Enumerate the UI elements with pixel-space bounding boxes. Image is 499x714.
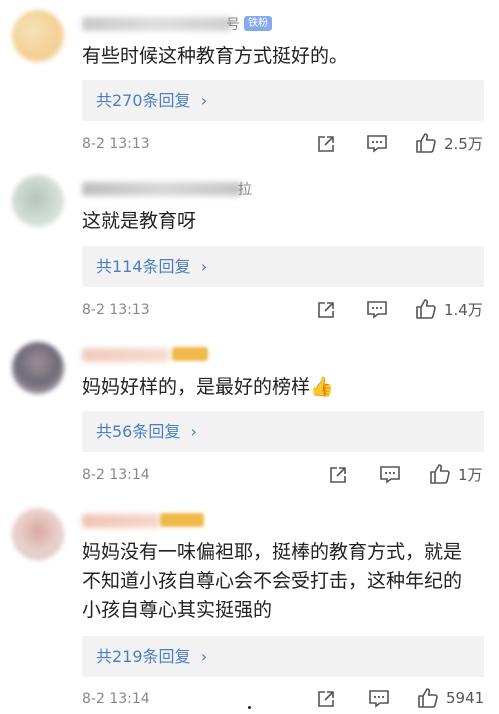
page-indicator-dot xyxy=(248,706,251,709)
like-button[interactable]: 5941 xyxy=(416,686,484,710)
comment-text: 妈妈好样的，是最好的榜样👍 xyxy=(82,376,334,398)
reply-count-label: 共270条回复 xyxy=(96,91,191,110)
view-replies-link[interactable]: 共114条回复 › xyxy=(96,246,207,287)
thumbs-up-icon xyxy=(430,464,450,484)
like-button[interactable]: 1.4万 xyxy=(414,297,483,321)
comment-button[interactable] xyxy=(366,134,388,154)
user-badge xyxy=(160,513,204,527)
reply-box[interactable]: 共270条回复 › xyxy=(82,80,484,121)
reply-count-label: 共114条回复 xyxy=(96,257,191,276)
chevron-right-icon: › xyxy=(195,647,208,666)
comment-button[interactable] xyxy=(379,465,401,485)
reply-box[interactable]: 共219条回复 › xyxy=(82,636,484,677)
share-icon xyxy=(318,136,334,152)
timestamp: 8-2 13:13 xyxy=(82,302,150,318)
username[interactable] xyxy=(82,182,242,196)
reply-box[interactable]: 共114条回复 › xyxy=(82,246,484,287)
thumbs-up-icon xyxy=(416,133,436,153)
reply-count-label: 共56条回复 xyxy=(96,422,181,441)
timestamp: 8-2 13:13 xyxy=(82,136,150,152)
share-button[interactable] xyxy=(316,689,336,709)
avatar[interactable] xyxy=(12,175,64,227)
like-count: 5941 xyxy=(446,689,485,707)
avatar[interactable] xyxy=(12,508,64,560)
username[interactable] xyxy=(82,514,160,528)
comment-icon xyxy=(380,466,400,484)
comment-icon xyxy=(369,690,389,708)
timestamp: 8-2 13:14 xyxy=(82,467,150,483)
view-replies-link[interactable]: 共219条回复 › xyxy=(96,636,207,677)
share-icon xyxy=(318,302,334,318)
thumbs-up-icon xyxy=(418,688,438,708)
timestamp: 8-2 13:14 xyxy=(82,691,150,707)
like-count: 2.5万 xyxy=(444,134,483,153)
share-button[interactable] xyxy=(328,465,348,485)
comment-text-line: 妈妈没有一味偏袒耶，挺棒的教育方式，就是 xyxy=(82,541,463,563)
reply-count-label: 共219条回复 xyxy=(96,647,191,666)
user-badge xyxy=(172,347,208,361)
share-button[interactable] xyxy=(316,300,336,320)
thumbs-up-icon xyxy=(416,299,436,319)
comment-text: 这就是教育呀 xyxy=(82,210,197,232)
avatar[interactable] xyxy=(12,10,64,62)
chevron-right-icon: › xyxy=(185,422,197,441)
username-tail: 号 xyxy=(226,17,240,33)
like-button[interactable]: 1万 xyxy=(428,462,483,486)
share-icon xyxy=(330,467,346,483)
chevron-right-icon: › xyxy=(195,257,208,276)
share-icon xyxy=(318,691,334,707)
comment-icon xyxy=(367,301,387,319)
comment-text-line: 不知道小孩自尊心会不会受打击，这种年纪的 xyxy=(82,570,463,592)
comment-text-line: 小孩自尊心其实挺强的 xyxy=(82,599,273,621)
like-button[interactable]: 2.5万 xyxy=(414,131,483,155)
fan-badge: 铁粉 xyxy=(244,16,272,31)
like-count: 1万 xyxy=(458,465,483,484)
reply-box[interactable]: 共56条回复 › xyxy=(82,411,484,452)
view-replies-link[interactable]: 共56条回复 › xyxy=(96,411,197,452)
comment-icon xyxy=(367,135,387,153)
username-tail: 拉 xyxy=(238,182,252,198)
view-replies-link[interactable]: 共270条回复 › xyxy=(96,80,207,121)
avatar[interactable] xyxy=(12,342,64,394)
username[interactable] xyxy=(82,17,232,31)
comment-text: 妈妈没有一味偏袒耶，挺棒的教育方式，就是 不知道小孩自尊心会不会受打击，这种年纪… xyxy=(82,538,485,625)
comment-button[interactable] xyxy=(366,300,388,320)
share-button[interactable] xyxy=(316,134,336,154)
like-count: 1.4万 xyxy=(444,300,483,319)
username[interactable] xyxy=(82,348,170,362)
comment-text: 有些时候这种教育方式挺好的。 xyxy=(82,45,349,67)
chevron-right-icon: › xyxy=(195,91,208,110)
comment-button[interactable] xyxy=(368,689,390,709)
